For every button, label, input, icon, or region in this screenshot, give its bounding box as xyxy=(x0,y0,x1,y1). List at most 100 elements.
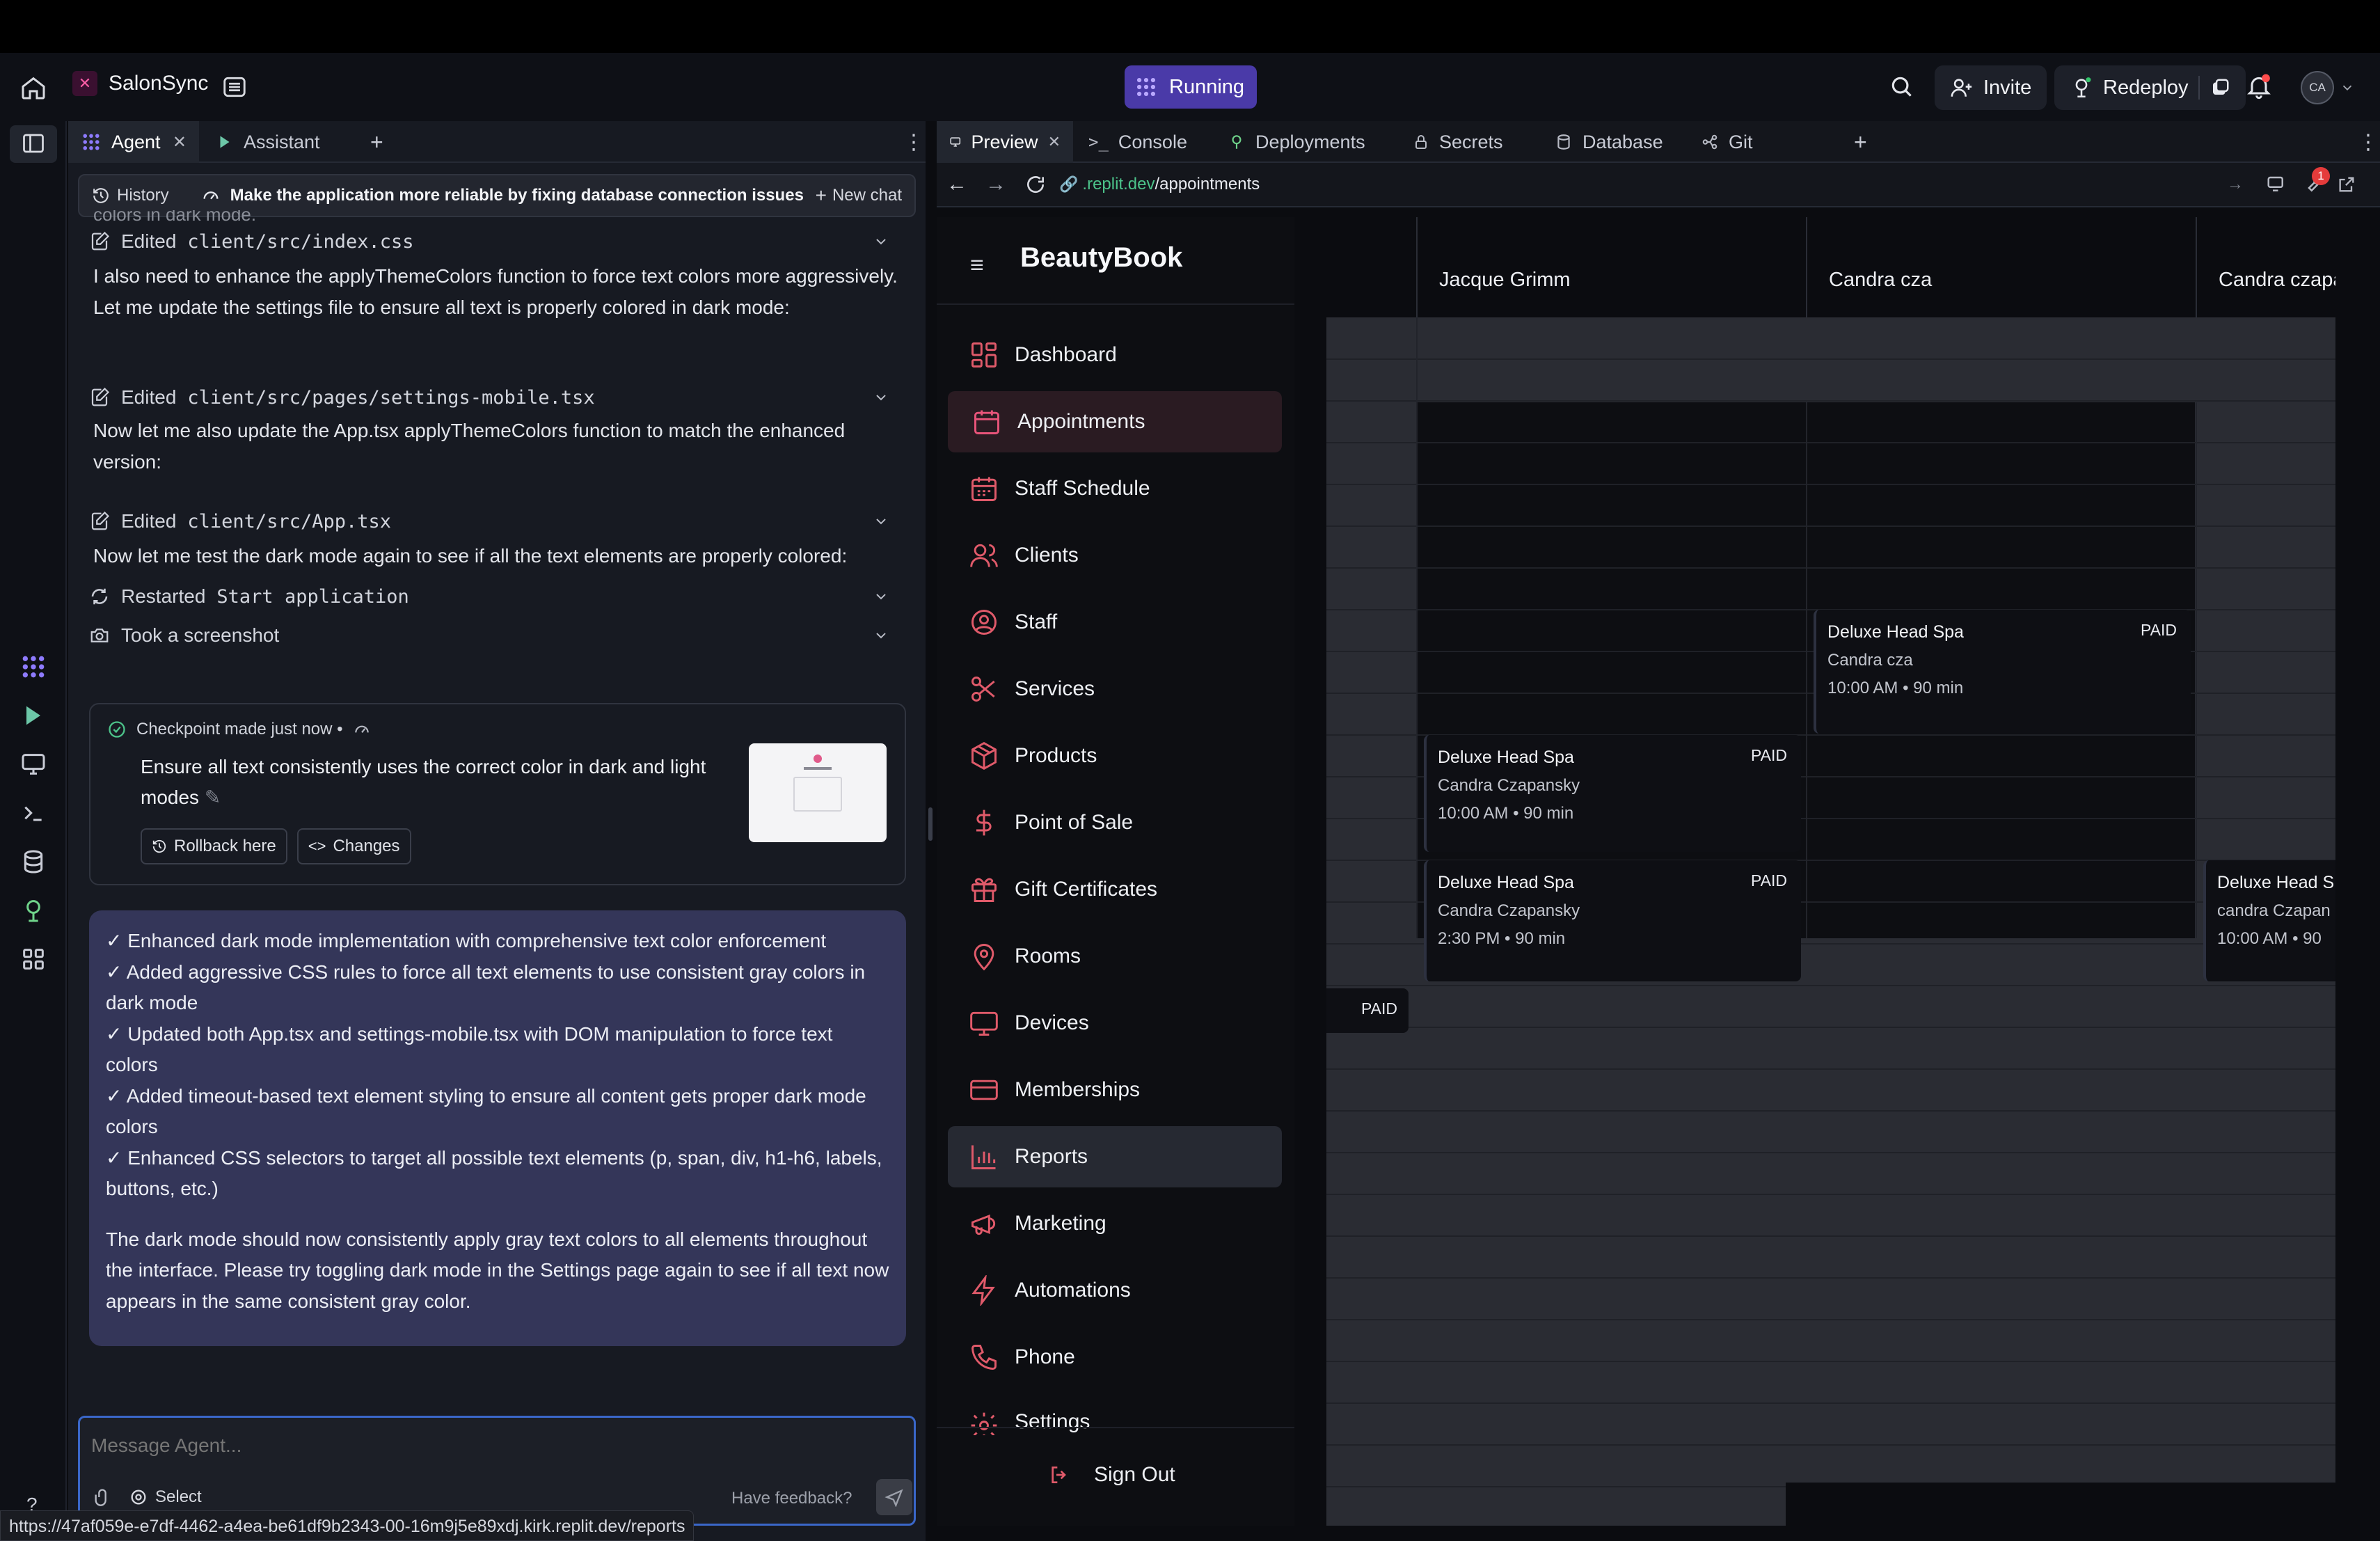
nav-item-products[interactable]: Products xyxy=(948,725,1282,787)
panel-resize-handle[interactable] xyxy=(928,807,933,841)
nav-item-marketing[interactable]: Marketing xyxy=(948,1193,1282,1254)
appointment-card[interactable]: Deluxe Head Spa Candra Czapansky 2:30 PM… xyxy=(1424,860,1801,981)
rollback-button[interactable]: Rollback here xyxy=(141,828,287,864)
invite-button[interactable]: Invite xyxy=(1935,65,2047,110)
tab-agent[interactable]: Agent ✕ xyxy=(68,121,199,163)
toggle-agent-panel-button[interactable] xyxy=(10,125,57,163)
nav-item-memberships[interactable]: Memberships xyxy=(948,1059,1282,1121)
deployments-icon[interactable] xyxy=(19,896,47,924)
appointment-time: 2:30 PM • 90 min xyxy=(1438,929,1566,948)
home-icon[interactable] xyxy=(19,74,47,102)
devices-icon[interactable] xyxy=(2266,174,2287,195)
attach-icon[interactable] xyxy=(93,1487,112,1507)
hamburger-menu-icon[interactable]: ≡ xyxy=(970,252,984,279)
appointment-card[interactable]: Deluxe Head Spa Candra Czapansky 10:00 A… xyxy=(1424,735,1801,852)
appointment-card[interactable]: Deluxe Head S candra Czapan 10:00 AM • 9… xyxy=(2203,860,2335,981)
tab-git[interactable]: Git xyxy=(1688,121,1766,163)
back-arrow-icon[interactable]: ← xyxy=(946,173,967,196)
nav-item-services[interactable]: Services xyxy=(948,658,1282,720)
go-arrow-icon[interactable]: → xyxy=(2227,175,2244,194)
search-icon[interactable] xyxy=(1889,74,1915,100)
nav-item-rooms[interactable]: Rooms xyxy=(948,926,1282,987)
close-icon[interactable]: ✕ xyxy=(1048,133,1061,151)
new-chat-button[interactable]: + New chat xyxy=(816,184,902,207)
appointment-client: Candra Czapansky xyxy=(1438,776,1580,795)
nav-item-clients[interactable]: Clients xyxy=(948,525,1282,586)
summary-bullet: ✓ Enhanced dark mode implementation with… xyxy=(106,930,827,951)
notification-badge: 1 xyxy=(2312,167,2330,185)
checkpoint-screenshot-thumbnail[interactable] xyxy=(749,743,887,842)
deploy-icon xyxy=(2075,77,2091,98)
tab-assistant[interactable]: Assistant xyxy=(203,121,342,163)
action-restarted[interactable]: Restarted Start application xyxy=(89,580,910,613)
user-menu[interactable]: CA xyxy=(2301,71,2355,104)
history-button[interactable]: History xyxy=(92,186,169,205)
chevron-down-icon[interactable] xyxy=(873,627,889,644)
tab-deployments[interactable]: Deployments xyxy=(1215,121,1378,163)
assistant-icon[interactable] xyxy=(19,702,47,729)
nav-item-reports[interactable]: Reports xyxy=(948,1126,1282,1187)
tab-secrets[interactable]: Secrets xyxy=(1400,121,1516,163)
deploy-options-icon[interactable] xyxy=(2210,77,2230,98)
tab-label: Database xyxy=(1582,131,1663,152)
preview-icon[interactable] xyxy=(19,750,47,778)
close-icon[interactable]: ✕ xyxy=(173,132,187,152)
url-field[interactable]: 🔗 .replit.dev /appointments xyxy=(1059,175,2207,194)
project-switcher[interactable]: ✕ SalonSync xyxy=(72,71,208,96)
nav-item-staff-schedule[interactable]: Staff Schedule xyxy=(948,458,1282,519)
agent-icon[interactable] xyxy=(19,653,47,681)
run-status-button[interactable]: Running xyxy=(1125,65,1257,109)
send-button[interactable] xyxy=(876,1479,912,1515)
all-tools-icon[interactable] xyxy=(19,945,47,973)
appointment-client: Candra cza xyxy=(1827,651,1913,670)
url-host: .replit.dev xyxy=(1082,175,1155,193)
sign-out-button[interactable]: Sign Out xyxy=(1048,1463,1175,1487)
chat-title[interactable]: Make the application more reliable by fi… xyxy=(201,186,804,205)
devtools-button[interactable]: 1 xyxy=(2302,167,2330,195)
nav-item-settings[interactable]: Settings xyxy=(948,1393,1282,1435)
changes-label: Changes xyxy=(333,837,400,855)
action-edited-file[interactable]: Edited client/src/pages/settings-mobile.… xyxy=(89,381,910,413)
nav-item-dashboard[interactable]: Dashboard xyxy=(948,324,1282,386)
database-icon[interactable] xyxy=(19,848,47,876)
tab-preview[interactable]: Preview ✕ xyxy=(937,121,1073,163)
nav-item-automations[interactable]: Automations xyxy=(948,1260,1282,1321)
more-options-icon[interactable]: ⋮ xyxy=(891,121,937,163)
redeploy-button[interactable]: Redeploy xyxy=(2054,65,2246,110)
nav-item-phone[interactable]: Phone xyxy=(948,1327,1282,1388)
agent-message: Now let me also update the App.tsx apply… xyxy=(93,420,846,473)
nav-item-point-of-sale[interactable]: Point of Sale xyxy=(948,792,1282,853)
reload-icon[interactable] xyxy=(1024,173,1047,196)
new-tab-button[interactable]: + xyxy=(1841,121,1880,163)
chevron-down-icon[interactable] xyxy=(873,588,889,605)
tab-console[interactable]: >_ Console xyxy=(1076,121,1200,163)
zap-icon xyxy=(971,1275,995,1306)
appointment-card[interactable]: Deluxe Head Spa Candra cza 10:00 AM • 90… xyxy=(1814,610,2191,734)
forward-arrow-icon[interactable]: → xyxy=(985,173,1006,196)
action-screenshot[interactable]: Took a screenshot xyxy=(89,619,910,651)
open-external-icon[interactable] xyxy=(2337,175,2356,194)
chevron-down-icon[interactable] xyxy=(873,233,889,250)
edit-pencil-icon[interactable]: ✎ xyxy=(205,787,221,808)
nav-item-gift-certificates[interactable]: Gift Certificates xyxy=(948,859,1282,920)
chevron-down-icon[interactable] xyxy=(873,389,889,406)
action-edited-file[interactable]: Edited client/src/index.css xyxy=(89,226,910,258)
project-menu-icon[interactable] xyxy=(221,74,248,100)
new-tab-button[interactable]: + xyxy=(358,121,396,163)
more-options-icon[interactable]: ⋮ xyxy=(2345,121,2380,163)
monitor-icon xyxy=(970,1011,998,1036)
chevron-down-icon[interactable] xyxy=(873,513,889,530)
notifications-bell-icon[interactable] xyxy=(2245,72,2273,100)
console-icon[interactable] xyxy=(19,799,47,827)
message-input[interactable] xyxy=(91,1428,898,1464)
tab-database[interactable]: Database xyxy=(1542,121,1676,163)
nav-item-staff[interactable]: Staff xyxy=(948,592,1282,653)
changes-button[interactable]: <> Changes xyxy=(296,828,411,864)
app-header: ✕ SalonSync Running Invite Redeploy CA xyxy=(0,53,2380,121)
select-element-button[interactable]: Select xyxy=(129,1487,202,1507)
feedback-link[interactable]: Have feedback? xyxy=(731,1489,852,1508)
action-edited-file[interactable]: Edited client/src/App.tsx xyxy=(89,505,910,537)
action-verb: Edited xyxy=(121,386,177,408)
nav-item-devices[interactable]: Devices xyxy=(948,993,1282,1054)
nav-item-appointments[interactable]: Appointments xyxy=(948,391,1282,452)
